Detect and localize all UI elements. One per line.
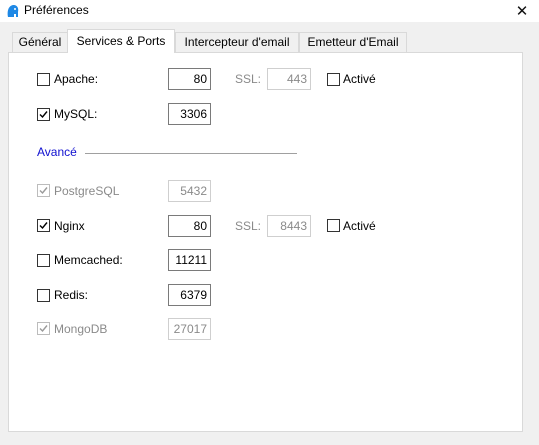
mongodb-label: MongoDB <box>54 322 108 336</box>
postgresql-checkbox <box>37 184 50 197</box>
check-icon <box>39 111 48 119</box>
advanced-divider <box>85 153 297 154</box>
check-icon <box>39 187 48 195</box>
postgresql-port-input: 5432 <box>168 180 211 202</box>
redis-port-input[interactable]: 6379 <box>168 284 211 306</box>
apache-port-input[interactable]: 80 <box>168 68 211 90</box>
tab-email-sender[interactable]: Emetteur d'Email <box>299 32 407 52</box>
mysql-port-input[interactable]: 3306 <box>168 103 211 125</box>
check-icon <box>39 325 48 333</box>
nginx-label: Nginx <box>54 219 85 233</box>
services-ports-panel: Apache: 80 SSL: 443 Activé MySQL: 3306 A… <box>8 52 523 432</box>
nginx-port-input[interactable]: 80 <box>168 215 211 237</box>
window-title: Préférences <box>24 3 89 17</box>
memcached-checkbox[interactable] <box>37 254 50 267</box>
mongodb-port-input: 27017 <box>168 318 211 340</box>
apache-ssl-label: SSL: <box>235 72 262 86</box>
tab-general[interactable]: Général <box>12 32 68 52</box>
postgresql-label: PostgreSQL <box>54 184 120 198</box>
close-button[interactable]: ✕ <box>505 0 539 22</box>
mysql-checkbox[interactable] <box>37 108 50 121</box>
tab-services-ports[interactable]: Services & Ports <box>67 29 175 53</box>
redis-label: Redis: <box>54 288 89 302</box>
apache-ssl-port-input[interactable]: 443 <box>267 68 311 90</box>
nginx-checkbox[interactable] <box>37 219 50 232</box>
advanced-section-title: Avancé <box>37 145 77 159</box>
apache-label: Apache: <box>54 72 99 86</box>
title-bar: Préférences ✕ <box>0 0 539 22</box>
redis-checkbox[interactable] <box>37 289 50 302</box>
elephant-icon <box>7 4 19 17</box>
memcached-port-input[interactable]: 11211 <box>168 249 211 271</box>
mysql-label: MySQL: <box>54 107 98 121</box>
mongodb-checkbox <box>37 322 50 335</box>
nginx-enabled-label: Activé <box>343 219 376 233</box>
nginx-enabled-checkbox[interactable] <box>327 219 340 232</box>
memcached-label: Memcached: <box>54 253 123 267</box>
apache-enabled-label: Activé <box>343 72 376 86</box>
close-icon: ✕ <box>515 3 529 20</box>
apache-checkbox[interactable] <box>37 73 50 86</box>
tab-email-interceptor[interactable]: Intercepteur d'email <box>175 32 299 52</box>
nginx-ssl-label: SSL: <box>235 219 262 233</box>
check-icon <box>39 222 48 230</box>
apache-enabled-checkbox[interactable] <box>327 73 340 86</box>
nginx-ssl-port-input[interactable]: 8443 <box>267 215 311 237</box>
